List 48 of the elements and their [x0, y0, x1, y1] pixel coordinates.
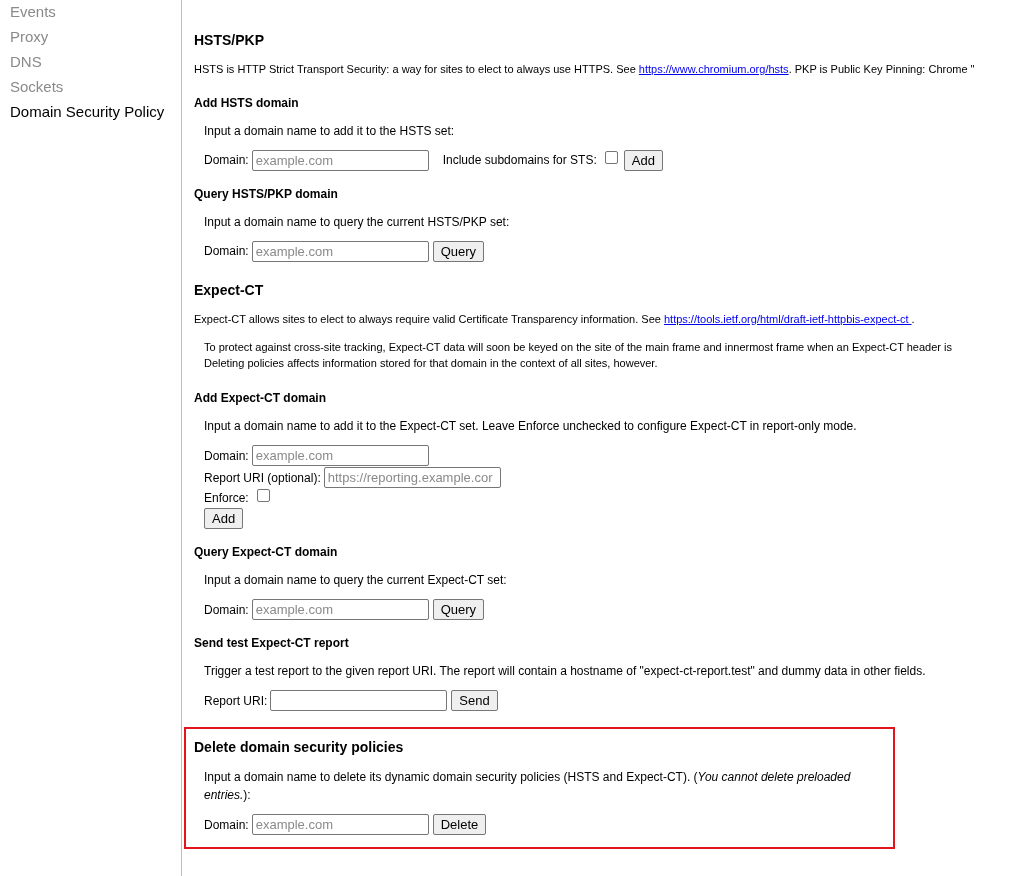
input-field[interactable]: https://reporting.example.cor [323, 467, 501, 488]
input-field[interactable]: example.com [251, 149, 429, 171]
sidebar-item[interactable]: DNS [10, 50, 42, 73]
section-heading: HSTS/PKP [194, 31, 264, 50]
instruction-text: Input a domain name to query the current HSTS/PKP set: [203, 213, 510, 231]
subsection-heading: Query Expect-CT domain [194, 544, 338, 561]
doc-link[interactable]: https://www.chromium.org/hsts [638, 63, 789, 75]
section-heading: Delete domain security policies [194, 738, 404, 757]
section-heading: Expect-CT [194, 280, 264, 300]
field-label: Report URI (optional): [204, 469, 321, 487]
field-label: Domain: [204, 816, 249, 834]
sidebar-item[interactable]: Domain Security Policy [10, 100, 165, 123]
instruction-text: Trigger a test report to the given report URI. The report will contain a hostname of "expect-ct-report.test" and dummy data in other fields. [203, 663, 926, 680]
field-label: Include subdomains for STS: [442, 152, 597, 169]
subsection-heading: Add Expect-CT domain [194, 390, 326, 407]
field-label: Domain: [204, 601, 249, 619]
field-label: Report URI: [204, 692, 268, 710]
form-button[interactable]: Delete [432, 814, 487, 835]
instruction-text: Input a domain name to query the current Expect-CT set: [203, 572, 507, 589]
field-label: Domain: [204, 447, 249, 465]
instruction-text: Input a domain name to delete its dynamic domain security policies (HSTS and Expect-CT). (You cannot delete preloaded entries.): [203, 769, 852, 804]
description-text: HSTS is HTTP Strict Transport Security: a way for sites to elect to always use HTTPS. See https://www.chromium.org/hsts. PKP is Public Key Pinning: Chrome " [194, 62, 975, 77]
sidebar-item[interactable]: Sockets [10, 75, 64, 98]
field-label: Domain: [204, 243, 249, 260]
field-label: Domain: [204, 152, 249, 169]
form-button[interactable]: Query [432, 240, 485, 262]
note-text: Deleting policies affects information stored for that domain in the context of all sites, however. [204, 356, 658, 371]
input-field[interactable] [270, 690, 448, 711]
subsection-heading: Add HSTS domain [194, 94, 299, 112]
instruction-text: Input a domain name to add it to the HSTS set: [203, 122, 455, 140]
note-text: To protect against cross-site tracking, Expect-CT data will soon be keyed on the site of the main frame and innermost frame when an Expect-CT header is [204, 340, 952, 355]
field-label: Enforce: [204, 490, 249, 507]
description-text: Expect-CT allows sites to elect to always require valid Certificate Transparency information. See https://tools.ietf.org/html/draft-ietf-httpbis-expect-ct . [194, 311, 915, 327]
instruction-text: Input a domain name to add it to the Expect-CT set. Leave Enforce unchecked to configure Expect-CT in report-only mode. [203, 418, 857, 435]
doc-link[interactable]: https://tools.ietf.org/html/draft-ietf-httpbis-expect-ct [663, 312, 912, 325]
form-button[interactable]: Send [451, 690, 498, 711]
input-field[interactable]: example.com [251, 445, 429, 466]
form-button[interactable]: Query [432, 599, 485, 620]
form-button[interactable]: Add [204, 508, 244, 529]
input-field[interactable]: example.com [251, 599, 429, 620]
checkbox[interactable] [604, 150, 618, 164]
input-field[interactable]: example.com [251, 240, 429, 262]
checkbox[interactable] [256, 488, 270, 502]
form-button[interactable]: Add [623, 149, 663, 171]
subsection-heading: Send test Expect-CT report [194, 635, 349, 652]
input-field[interactable]: example.com [251, 814, 429, 835]
subsection-heading: Query HSTS/PKP domain [194, 185, 338, 203]
sidebar-item[interactable]: Proxy [10, 25, 49, 48]
